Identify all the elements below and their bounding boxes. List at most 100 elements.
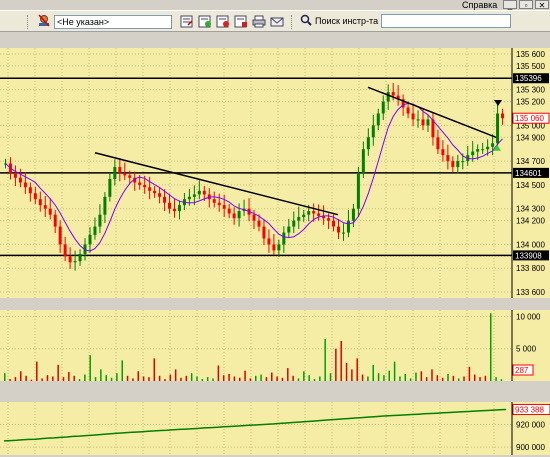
volume-bar <box>9 379 11 381</box>
candle-body <box>366 137 370 150</box>
edit-order-icon[interactable] <box>198 15 212 28</box>
volume-bar <box>217 365 220 381</box>
volume-bar <box>233 376 236 381</box>
volume-bar <box>228 373 230 381</box>
candle-body <box>332 220 336 227</box>
candle-body <box>277 244 281 251</box>
volume-bar <box>68 371 70 381</box>
volume-bar <box>297 378 300 381</box>
account-selector[interactable]: <Не указан> <box>37 14 172 29</box>
volume-bar <box>484 375 487 381</box>
volume-chart[interactable]: 10 000 5 000 287 <box>0 310 550 381</box>
candle-body <box>33 193 37 200</box>
y-tick-label: 134 900 <box>516 133 545 142</box>
volume-bar <box>324 339 326 381</box>
instrument-search[interactable]: Поиск инстр-та <box>300 14 512 28</box>
volume-bar <box>372 364 374 381</box>
price-chart-pane[interactable]: 135 600 135 500 135 300 135 200 135 000 134 9… <box>0 48 550 298</box>
volume-bar <box>185 375 188 381</box>
volume-bar <box>73 375 75 381</box>
toolbar-grip[interactable] <box>171 15 175 29</box>
candle-body <box>496 113 500 144</box>
new-order-icon[interactable] <box>180 15 194 28</box>
candle-body <box>327 218 331 221</box>
candle-body <box>351 208 355 221</box>
indicator-line <box>3 408 507 442</box>
volume-bar <box>249 378 252 381</box>
volume-bar <box>303 371 305 381</box>
account-icon <box>37 14 51 29</box>
candle-body <box>272 244 276 251</box>
menu-help[interactable]: Справка <box>462 0 497 10</box>
search-input[interactable] <box>381 14 512 28</box>
stop-order-icon[interactable] <box>234 15 248 28</box>
level-label: 134601 <box>515 169 542 178</box>
volume-bar <box>388 370 391 381</box>
volume-bar <box>180 377 182 381</box>
volume-bar <box>158 375 161 381</box>
candle-body <box>391 92 395 96</box>
candle-body <box>103 196 107 215</box>
indicator-chart[interactable]: 933 388 920 000 900 000 <box>0 402 550 455</box>
volume-bar <box>57 364 59 381</box>
candle-body <box>63 244 67 257</box>
volume-bar <box>148 377 150 381</box>
volume-bar <box>30 379 33 381</box>
current-price-label: 135 060 <box>515 114 544 123</box>
candle-body <box>337 226 341 233</box>
candle-body <box>28 187 32 194</box>
volume-bar <box>292 375 294 381</box>
candle-body <box>153 190 157 194</box>
volume-bar <box>153 358 156 381</box>
y-tick-label: 134 300 <box>516 205 545 214</box>
search-icon <box>300 14 312 28</box>
candle-body <box>356 173 360 209</box>
trend-line[interactable] <box>94 152 339 216</box>
volume-bar <box>399 376 401 381</box>
volume-bar <box>110 377 113 381</box>
print-icon[interactable] <box>252 15 266 28</box>
volume-bar <box>20 371 22 381</box>
toolbar-grip[interactable] <box>291 15 295 29</box>
y-tick-label: 134 000 <box>516 240 545 249</box>
candle-body <box>143 184 147 188</box>
close-button[interactable]: ✕ <box>535 0 549 10</box>
volume-bar <box>473 374 476 381</box>
candle-body <box>237 211 241 219</box>
volume-bar <box>4 373 6 381</box>
volume-bar <box>452 375 455 381</box>
level-label: 133908 <box>515 251 542 260</box>
candle-body <box>446 155 450 162</box>
y-tick-label: 5 000 <box>516 345 537 354</box>
indicator-chart-pane[interactable]: 933 388 920 000 900 000 <box>0 402 550 455</box>
volume-bar <box>404 373 407 381</box>
account-select[interactable]: <Не указан> <box>54 14 172 29</box>
candle-body <box>426 119 430 126</box>
volume-bar <box>463 376 465 381</box>
volume-bar <box>447 373 449 381</box>
candle-body <box>441 149 445 156</box>
menu-bar: Справка _ ▫ ✕ <box>0 0 550 10</box>
candle-body <box>172 208 176 212</box>
volume-bar <box>105 375 107 381</box>
candle-body <box>451 161 455 168</box>
price-chart[interactable]: 135 600135 500135 300135 200135 000134 9… <box>0 48 550 298</box>
candle-body <box>148 187 152 191</box>
candle-body <box>262 226 266 239</box>
y-tick-label: 135 300 <box>516 86 545 95</box>
candle-body <box>177 205 181 212</box>
cancel-order-icon[interactable] <box>216 15 230 28</box>
minimize-button[interactable]: _ <box>503 0 517 10</box>
y-tick-label: 135 500 <box>516 62 545 71</box>
y-tick-label: 920 000 <box>516 421 545 430</box>
toolbar-grip[interactable] <box>27 15 31 29</box>
mail-icon[interactable] <box>270 15 284 28</box>
volume-bar <box>441 377 444 381</box>
volume-bar <box>457 378 460 381</box>
volume-bar <box>142 376 145 381</box>
y-tick-label: 10 000 <box>516 312 541 321</box>
volume-bar <box>222 375 225 381</box>
volume-chart-pane[interactable]: 10 000 5 000 287 <box>0 310 550 381</box>
restore-button[interactable]: ▫ <box>519 0 533 10</box>
level-label: 135396 <box>515 74 542 83</box>
